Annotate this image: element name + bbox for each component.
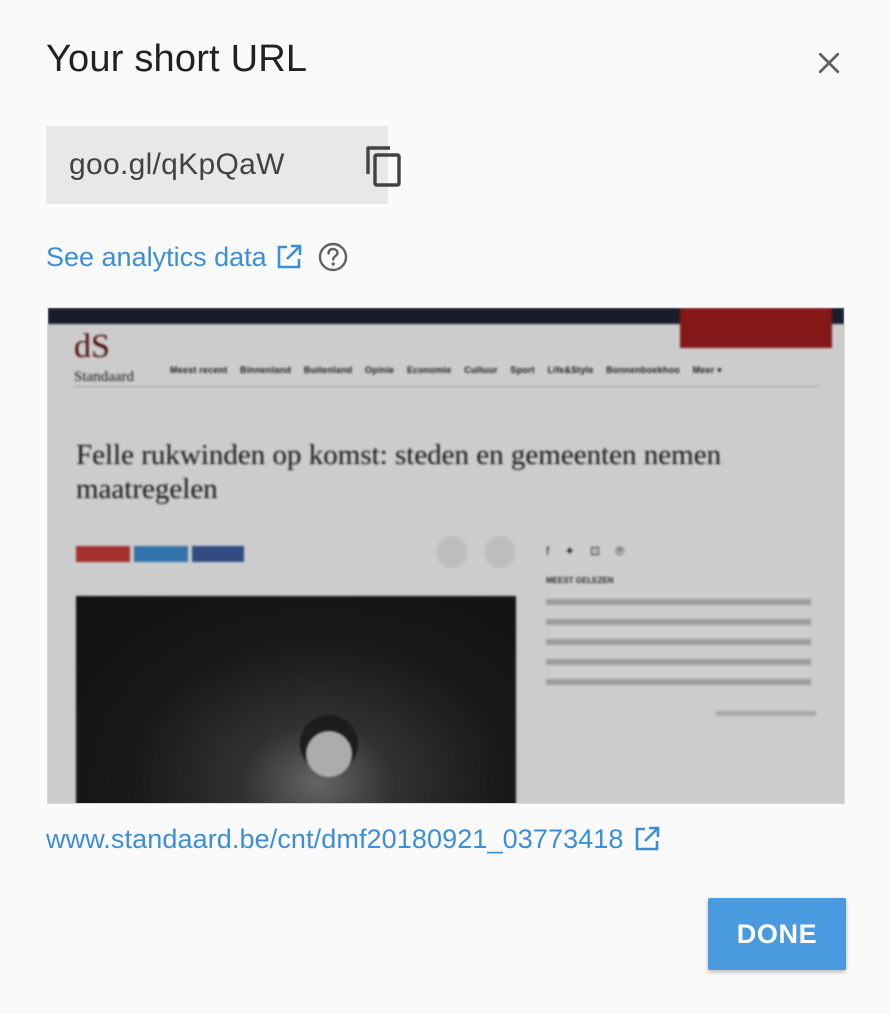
help-icon[interactable] — [317, 241, 349, 273]
open-in-new-icon — [275, 243, 303, 271]
close-icon — [818, 52, 840, 74]
close-button[interactable] — [806, 40, 852, 86]
short-url-field[interactable]: goo.gl/qKpQaW — [46, 126, 401, 204]
page-preview-thumbnail: dS Standaard Meest recent Binnenland Bui… — [47, 307, 845, 804]
short-url-text[interactable]: goo.gl/qKpQaW — [69, 148, 285, 182]
dialog-title: Your short URL — [46, 38, 308, 80]
done-button[interactable]: DONE — [708, 898, 846, 970]
analytics-row: See analytics data — [46, 236, 349, 278]
copy-button[interactable] — [358, 140, 410, 192]
destination-row: www.standaard.be/cnt/dmf20180921_0377341… — [46, 820, 661, 858]
analytics-label: See analytics data — [46, 241, 267, 272]
copy-icon — [366, 146, 401, 187]
analytics-link[interactable]: See analytics data — [46, 242, 303, 273]
destination-link[interactable]: www.standaard.be/cnt/dmf20180921_0377341… — [46, 824, 624, 855]
open-in-new-icon[interactable] — [633, 825, 661, 853]
